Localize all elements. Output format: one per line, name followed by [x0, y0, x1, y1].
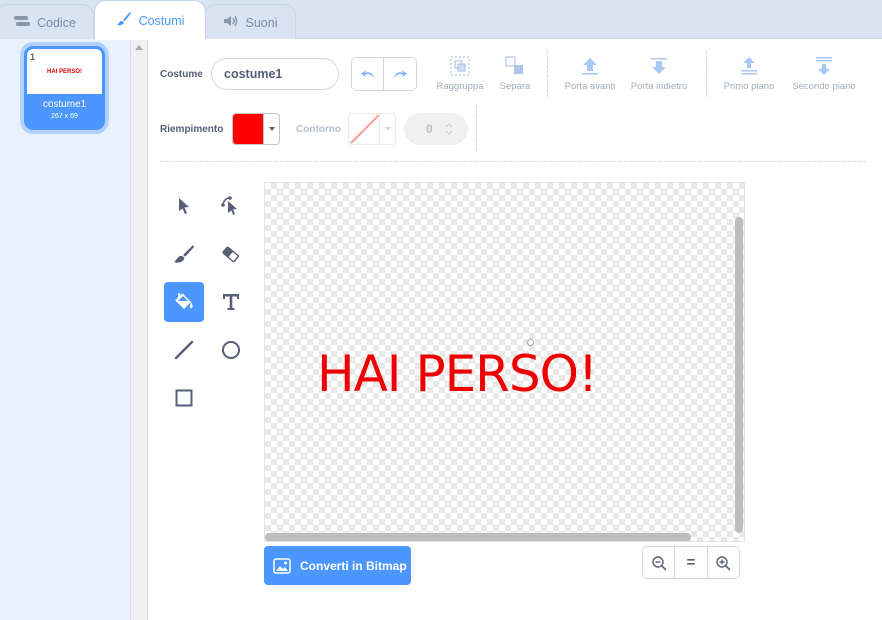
arrow-up-icon — [582, 58, 598, 75]
paint-editor: Costume Raggruppa Separa Porta avanti Po… — [148, 39, 882, 620]
equals-icon: = — [686, 554, 696, 571]
scroll-up-arrow-icon[interactable] — [135, 45, 143, 50]
group-icon — [450, 56, 470, 76]
send-to-back-icon — [816, 57, 832, 75]
rectangle-icon — [175, 389, 193, 407]
back-label: Secondo piano — [792, 81, 856, 92]
canvas-horizontal-scrollbar[interactable] — [265, 533, 691, 541]
forward-button[interactable]: Porta avanti — [560, 55, 620, 97]
image-icon — [273, 557, 291, 574]
drawing-canvas[interactable]: HAI PERSO! — [264, 182, 745, 542]
convert-to-bitmap-button[interactable]: Converti in Bitmap — [264, 546, 411, 585]
costume-thumbnail-text: HAI PERSO! — [46, 69, 82, 75]
outline-width-input: 0 — [404, 113, 468, 145]
tab-costumes[interactable]: Costumi — [94, 0, 206, 40]
circle-icon — [222, 341, 240, 359]
redo-button[interactable] — [384, 58, 416, 90]
costume-name: costume1 — [42, 99, 87, 110]
text-icon — [223, 294, 239, 310]
eraser-icon — [222, 246, 239, 263]
group-label: Raggruppa — [436, 81, 484, 92]
arrow-down-icon — [651, 58, 667, 74]
chevron-down-icon — [384, 127, 391, 131]
outline-label: Contorno — [296, 124, 341, 135]
brush-icon — [174, 245, 194, 263]
outline-color-picker — [348, 113, 396, 145]
zoom-in-button[interactable] — [706, 547, 739, 578]
ungroup-label: Separa — [499, 81, 531, 92]
costume-label: Costume — [160, 69, 203, 80]
costume-name-input[interactable] — [211, 58, 339, 90]
outline-dropdown-arrow — [380, 114, 395, 144]
outline-width-value: 0 — [426, 122, 433, 136]
text-tool[interactable] — [211, 282, 251, 322]
toolbar-divider — [706, 51, 707, 97]
speaker-icon — [223, 14, 239, 31]
zoom-controls: = — [642, 546, 740, 579]
rectangle-tool[interactable] — [164, 378, 204, 418]
reshape-icon — [221, 196, 237, 215]
fill-color-swatch[interactable] — [233, 114, 264, 144]
canvas-text[interactable]: HAI PERSO! — [317, 345, 598, 403]
tab-sounds-label: Suoni — [245, 15, 278, 30]
tab-bar: Codice Costumi Suoni — [0, 0, 882, 40]
code-icon — [14, 15, 31, 30]
zoom-out-button[interactable] — [643, 547, 674, 578]
line-icon — [174, 340, 194, 360]
zoom-in-icon — [716, 555, 731, 570]
group-button[interactable]: Raggruppa — [430, 55, 490, 97]
costume-size: 267 x 69 — [51, 113, 78, 120]
ungroup-icon — [505, 56, 523, 74]
zoom-out-icon — [651, 555, 666, 570]
undo-icon — [360, 70, 374, 78]
tab-code[interactable]: Codice — [0, 4, 94, 40]
canvas-vertical-scrollbar[interactable] — [735, 217, 743, 533]
brush-tool[interactable] — [164, 234, 204, 274]
toolbar-divider — [547, 51, 548, 97]
costume-thumbnail: 1 HAI PERSO! — [27, 49, 102, 94]
front-label: Primo piano — [723, 81, 775, 92]
costume-item[interactable]: 1 HAI PERSO! costume1 267 x 69 — [24, 46, 105, 130]
fill-dropdown-arrow[interactable] — [264, 114, 279, 144]
eraser-tool[interactable] — [211, 234, 251, 274]
zoom-reset-button[interactable]: = — [674, 547, 706, 578]
paint-bucket-icon — [175, 293, 193, 309]
toolbar-divider — [476, 105, 477, 151]
outline-color-swatch — [349, 114, 380, 144]
convert-to-bitmap-label: Converti in Bitmap — [300, 558, 407, 573]
line-tool[interactable] — [164, 330, 204, 370]
fill-color-picker[interactable] — [232, 113, 280, 145]
brush-icon — [116, 11, 132, 30]
back-button[interactable]: Secondo piano — [792, 55, 856, 97]
stepper-icon — [445, 123, 453, 135]
undo-button[interactable] — [352, 58, 385, 90]
tab-costumes-label: Costumi — [138, 13, 185, 28]
front-button[interactable]: Primo piano — [719, 55, 779, 97]
forward-label: Porta avanti — [564, 81, 616, 92]
fill-tool[interactable] — [164, 282, 204, 322]
redo-icon — [394, 70, 407, 78]
fill-label: Riempimento — [160, 124, 224, 135]
tab-sounds[interactable]: Suoni — [204, 4, 296, 40]
reshape-tool[interactable] — [211, 186, 251, 226]
bring-to-front-icon — [741, 57, 757, 75]
undo-redo-group — [351, 57, 417, 91]
tab-code-label: Codice — [37, 15, 76, 30]
backward-button[interactable]: Porta indietro — [629, 55, 689, 97]
costume-list-scrollbar[interactable] — [131, 39, 148, 620]
select-tool[interactable] — [164, 186, 204, 226]
backward-label: Porta indietro — [630, 81, 688, 92]
arrow-cursor-icon — [179, 198, 189, 214]
ungroup-button[interactable]: Separa — [485, 55, 545, 97]
costume-number: 1 — [30, 52, 36, 62]
toolbar-separator — [160, 161, 866, 162]
circle-tool[interactable] — [211, 330, 251, 370]
chevron-down-icon — [268, 127, 275, 131]
